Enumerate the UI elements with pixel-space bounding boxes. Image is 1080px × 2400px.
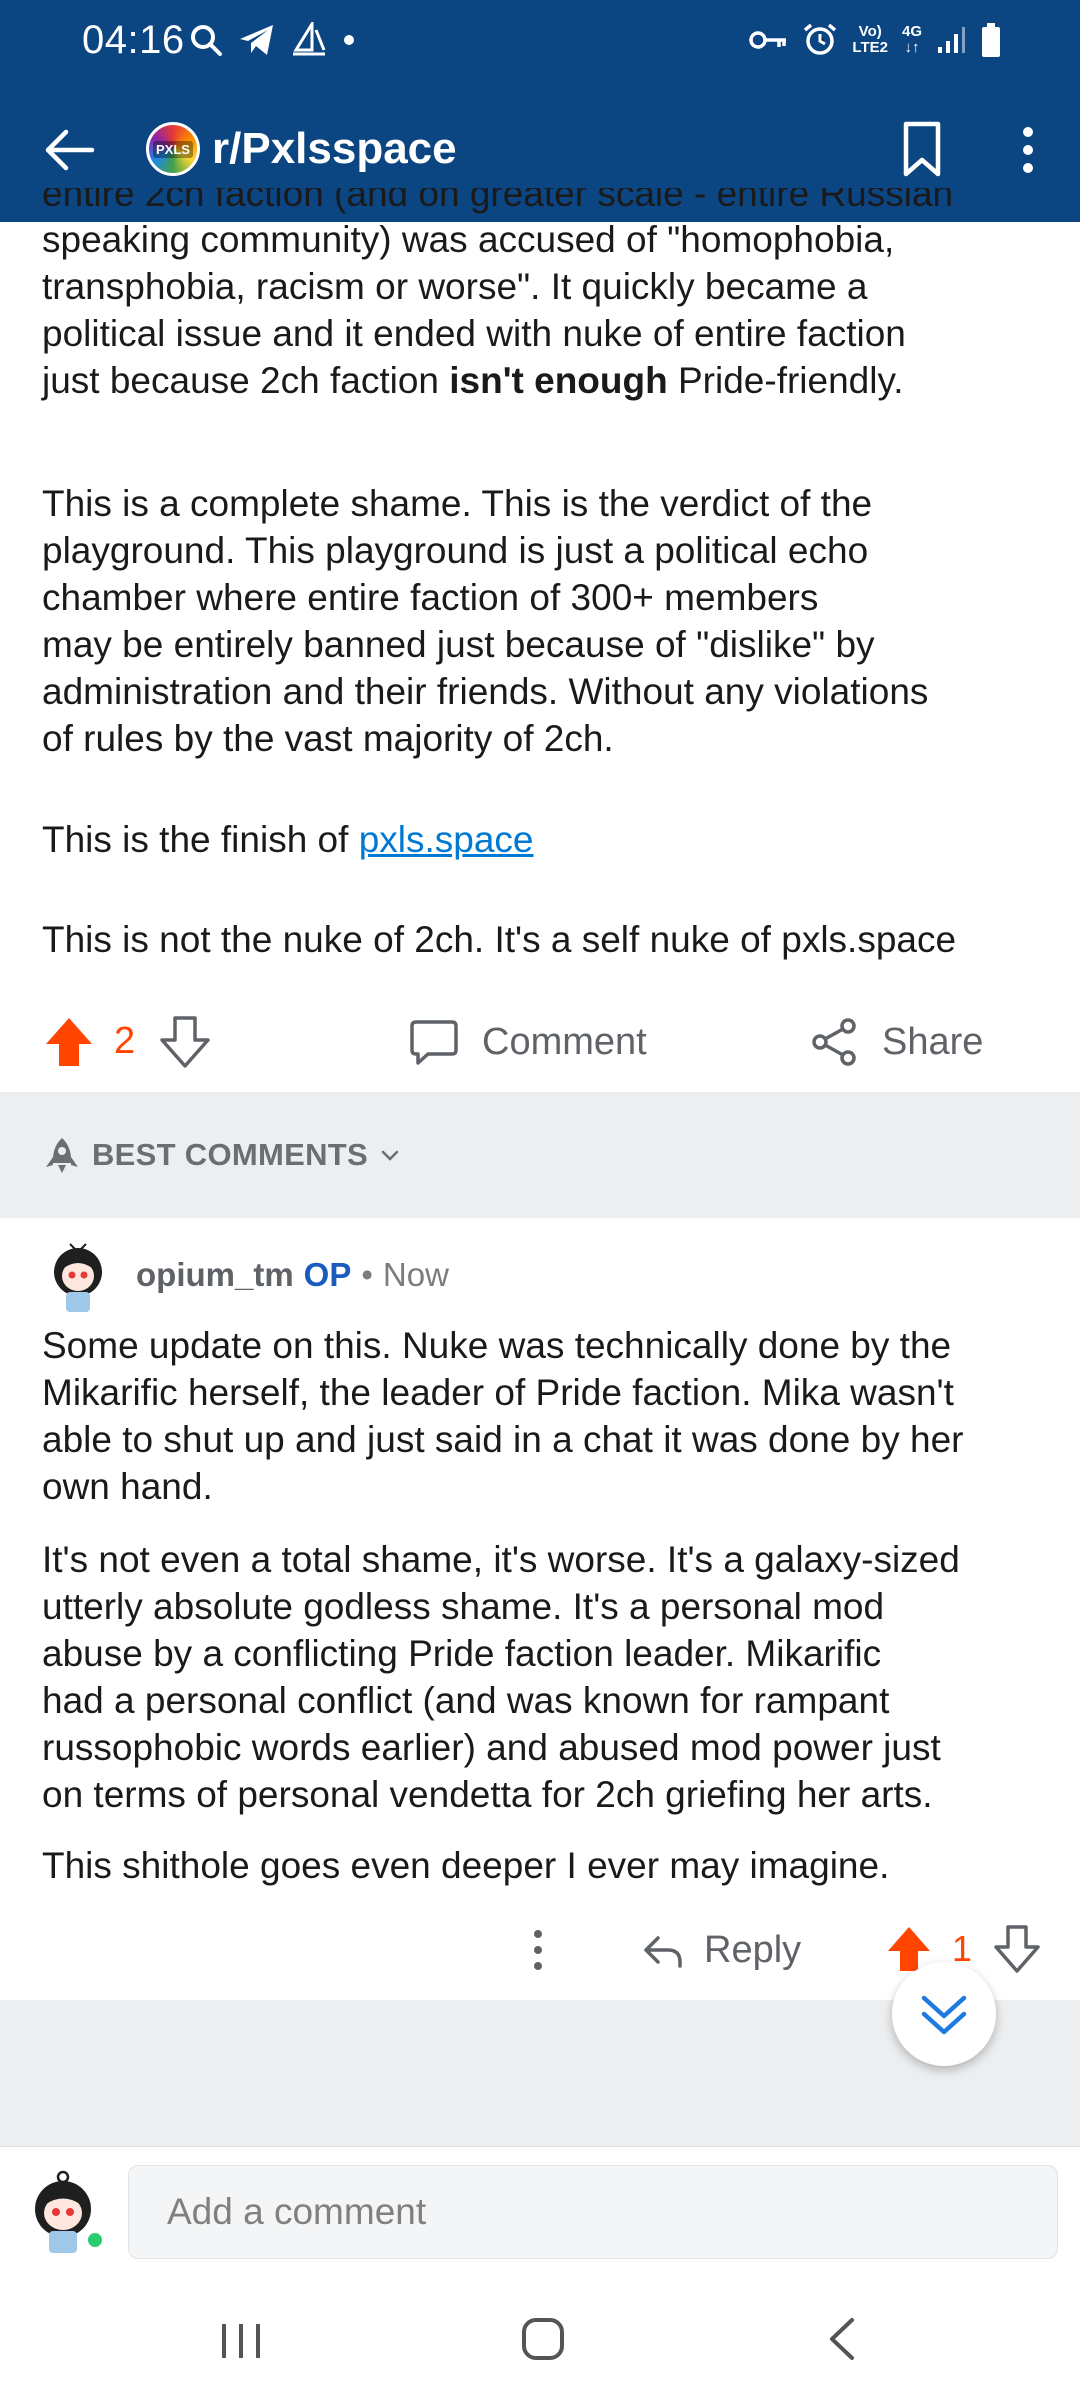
telegram-icon [240, 25, 273, 55]
chevron-down-icon [381, 1150, 399, 1161]
online-status-dot [86, 2231, 104, 2249]
status-bar: 04:16 Vo) LTE2 4G ↓↑ [0, 0, 1080, 80]
reply-icon [644, 1936, 682, 1968]
sort-label: BEST COMMENTS [92, 1137, 369, 1172]
comment-time: Now [382, 1256, 449, 1293]
comment-more-icon[interactable] [524, 1926, 552, 1974]
volte-indicator: Vo) LTE2 [852, 23, 888, 56]
back-arrow-icon[interactable] [40, 122, 100, 178]
subreddit-name[interactable]: r/Pxlsspace [212, 124, 457, 174]
post-score: 2 [114, 1020, 136, 1062]
comment-button[interactable]: Comment [408, 1012, 647, 1072]
sailboat-icon [293, 22, 326, 56]
data-indicator: 4G ↓↑ [901, 23, 922, 56]
share-icon [812, 1018, 856, 1066]
recents-icon[interactable] [216, 2318, 266, 2364]
comment-icon [410, 1020, 458, 1065]
dot-icon [344, 35, 354, 45]
comment-label: Comment [482, 1020, 647, 1063]
comment-paragraph-1: Some update on this. Nuke was technicall… [42, 1325, 964, 1507]
reply-button[interactable]: Reply [642, 1922, 801, 1978]
post-paragraph-2: This is a complete shame. This is the ve… [42, 483, 929, 759]
vpn-key-icon [749, 31, 787, 49]
status-time: 04:16 [82, 18, 185, 62]
add-comment-input[interactable] [128, 2165, 1058, 2259]
pxls-link[interactable]: pxls.space [359, 819, 534, 860]
double-chevron-down-icon [921, 1995, 967, 2035]
comment-paragraph-3: This shithole goes even deeper I ever ma… [42, 1845, 890, 1886]
compose-bar [0, 2146, 1080, 2278]
comment-paragraph-2: It's not even a total shame, it's worse.… [42, 1539, 960, 1815]
alarm-icon [804, 23, 837, 55]
comments-sort-band: BEST COMMENTS [0, 1092, 1080, 1218]
scroll-down-button[interactable] [892, 1962, 996, 2066]
signal-icon [938, 27, 965, 53]
post-paragraph-1-last-line: just because 2ch faction isn't enough Pr… [42, 360, 904, 401]
comment-meta: opium_tm OP • Now [136, 1256, 449, 1294]
op-badge: OP [303, 1256, 352, 1293]
home-icon[interactable] [518, 2314, 568, 2364]
sort-dropdown[interactable]: BEST COMMENTS [42, 1132, 402, 1178]
rocket-icon [46, 1138, 78, 1173]
search-icon [191, 25, 222, 56]
system-back-icon[interactable] [822, 2314, 862, 2364]
comment-username[interactable]: opium_tm [136, 1256, 294, 1294]
subreddit-avatar[interactable]: PXLS [146, 122, 200, 176]
meta-separator: • [361, 1256, 373, 1293]
share-button[interactable]: Share [808, 1012, 983, 1072]
app-bar: PXLS r/Pxlsspace [0, 110, 1080, 190]
post-actions: 2 Comment Share [0, 1004, 1080, 1080]
status-system-icons: Vo) LTE2 4G ↓↑ [748, 18, 1002, 62]
upvote-icon[interactable] [42, 1014, 96, 1070]
comment-downvote-icon[interactable] [992, 1924, 1042, 1974]
status-notification-icons [188, 20, 356, 60]
reply-label: Reply [704, 1928, 802, 1971]
share-label: Share [882, 1020, 984, 1063]
post-paragraph-4: This is not the nuke of 2ch. It's a self… [42, 919, 957, 960]
post-paragraph-3: This is the finish of pxls.space [42, 819, 534, 860]
system-navigation-bar [0, 2278, 1080, 2400]
commenter-avatar[interactable] [42, 1238, 114, 1318]
bookmark-icon[interactable] [898, 118, 946, 182]
post-paragraph-1: speaking community) was accused of "homo… [42, 216, 1052, 404]
battery-icon [982, 23, 1000, 57]
more-options-icon[interactable] [1010, 122, 1046, 178]
downvote-icon[interactable] [158, 1014, 212, 1070]
